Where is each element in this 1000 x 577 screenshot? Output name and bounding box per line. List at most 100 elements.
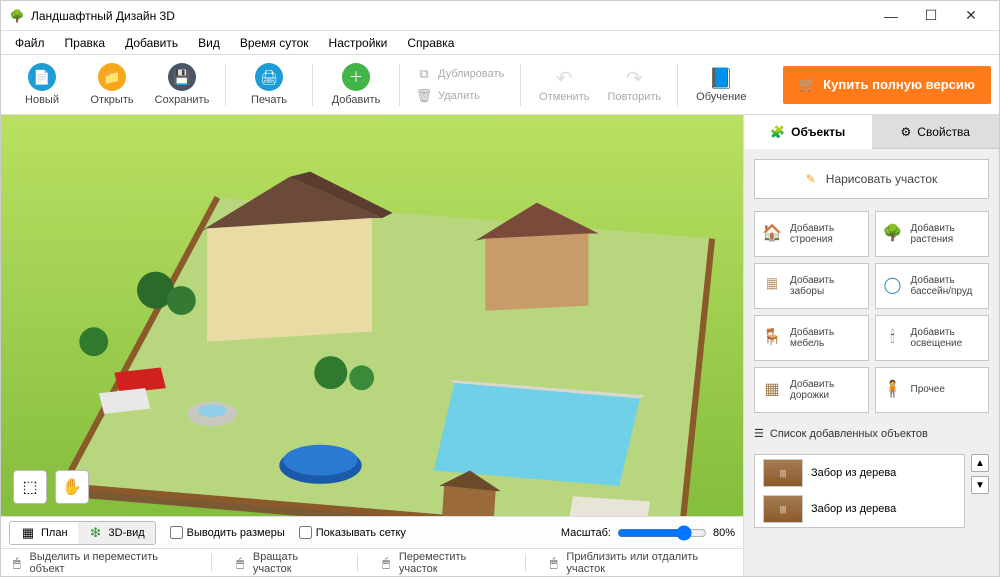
add-buildings-button[interactable]: 🏠 Добавить строения bbox=[754, 211, 869, 257]
gear-icon: ⚙ bbox=[901, 125, 912, 139]
add-furniture-button[interactable]: 🪑 Добавить мебель bbox=[754, 315, 869, 361]
fence-thumbnail: ||| bbox=[763, 495, 803, 523]
move-up-button[interactable]: ▲ bbox=[971, 454, 989, 472]
print-label: Печать bbox=[251, 94, 287, 106]
orbit-tool-button[interactable]: ⬚ bbox=[13, 470, 47, 504]
tab-objects-label: Объекты bbox=[791, 125, 845, 139]
menu-edit[interactable]: Правка bbox=[55, 32, 116, 54]
print-button[interactable]: 🖨 Печать bbox=[236, 59, 302, 111]
minimize-button[interactable]: — bbox=[871, 2, 911, 30]
pencil-icon: ✎ bbox=[806, 172, 816, 186]
save-button[interactable]: 💾 Сохранить bbox=[149, 59, 215, 111]
show-dimensions-input[interactable] bbox=[170, 526, 183, 539]
separator bbox=[225, 64, 226, 106]
tutorial-label: Обучение bbox=[696, 91, 746, 103]
maximize-button[interactable]: ☐ bbox=[911, 2, 951, 30]
redo-label: Повторить bbox=[607, 91, 661, 103]
cube-icon: ⬚ bbox=[22, 477, 37, 497]
redo-button[interactable]: ↷ Повторить bbox=[601, 59, 667, 111]
mouse-icon: 🖱 bbox=[378, 555, 394, 571]
plan-icon: ▦ bbox=[20, 525, 36, 541]
chair-icon: 🪑 bbox=[761, 327, 783, 349]
show-grid-input[interactable] bbox=[299, 526, 312, 539]
tab-props-label: Свойства bbox=[917, 125, 970, 139]
layers-icon: ☰ bbox=[754, 427, 764, 440]
move-down-button[interactable]: ▼ bbox=[971, 476, 989, 494]
menu-time[interactable]: Время суток bbox=[230, 32, 319, 54]
hint-move: 🖱 Переместить участок bbox=[378, 551, 505, 575]
folder-icon: 📁 bbox=[98, 63, 126, 91]
house-icon: 🏠 bbox=[761, 223, 783, 245]
menu-add[interactable]: Добавить bbox=[115, 32, 188, 54]
hint-rotate: 🖱 Вращать участок bbox=[232, 551, 337, 575]
delete-button[interactable]: 🗑 Удалить bbox=[410, 86, 510, 106]
toolbar: 📄 Новый 📁 Открыть 💾 Сохранить 🖨 Печать ＋… bbox=[1, 55, 999, 115]
view-mode-toggle: ▦ План ❇ 3D-вид bbox=[9, 521, 156, 545]
duplicate-button[interactable]: ⧉ Дублировать bbox=[410, 64, 510, 84]
tab-properties[interactable]: ⚙ Свойства bbox=[872, 115, 1000, 149]
trash-icon: 🗑 bbox=[416, 88, 432, 104]
3d-view-button[interactable]: ❇ 3D-вид bbox=[78, 522, 155, 544]
add-button[interactable]: ＋ Добавить bbox=[323, 59, 389, 111]
separator bbox=[399, 64, 400, 106]
menu-view[interactable]: Вид bbox=[188, 32, 230, 54]
path-icon: ▦ bbox=[761, 379, 783, 401]
undo-label: Отменить bbox=[539, 91, 589, 103]
3d-label: 3D-вид bbox=[109, 527, 145, 539]
buy-full-button[interactable]: 🛒 Купить полную версию bbox=[783, 66, 991, 104]
menu-file[interactable]: Файл bbox=[5, 32, 55, 54]
new-button[interactable]: 📄 Новый bbox=[9, 59, 75, 111]
statusbar: 🖱 Выделить и переместить объект 🖱 Вращат… bbox=[1, 548, 743, 576]
add-other-button[interactable]: 🧍 Прочее bbox=[875, 367, 990, 413]
separator bbox=[520, 64, 521, 106]
3d-icon: ❇ bbox=[88, 525, 104, 541]
pan-tool-button[interactable]: ✋ bbox=[55, 470, 89, 504]
scale-slider[interactable] bbox=[617, 525, 707, 541]
3d-viewport[interactable]: ⬚ ✋ bbox=[1, 115, 743, 516]
redo-icon: ↷ bbox=[626, 66, 643, 91]
add-lighting-button[interactable]: 🕯 Добавить освещение bbox=[875, 315, 990, 361]
add-pool-button[interactable]: ◯ Добавить бассейн/пруд bbox=[875, 263, 990, 309]
scene-illustration bbox=[1, 115, 743, 516]
duplicate-label: Дублировать bbox=[438, 68, 504, 80]
list-item-label: Забор из дерева bbox=[811, 467, 896, 479]
buy-label: Купить полную версию bbox=[823, 77, 975, 92]
object-list: ||| Забор из дерева ||| Забор из дерева bbox=[754, 454, 965, 528]
undo-icon: ↶ bbox=[556, 66, 573, 91]
hint-zoom: 🖱 Приблизить или отдалить участок bbox=[546, 551, 735, 575]
cart-icon: 🛒 bbox=[799, 77, 815, 93]
tutorial-button[interactable]: 📘 Обучение bbox=[688, 59, 754, 111]
add-plants-button[interactable]: 🌳 Добавить растения bbox=[875, 211, 990, 257]
app-icon: 🌳 bbox=[9, 8, 25, 24]
hint-select-move: 🖱 Выделить и переместить объект bbox=[9, 551, 191, 575]
show-dimensions-label: Выводить размеры bbox=[187, 527, 285, 539]
open-button[interactable]: 📁 Открыть bbox=[79, 59, 145, 111]
separator bbox=[211, 554, 212, 572]
list-item[interactable]: ||| Забор из дерева bbox=[755, 491, 964, 527]
printer-icon: 🖨 bbox=[255, 63, 283, 91]
mouse-icon: 🖱 bbox=[232, 555, 248, 571]
tab-objects[interactable]: 🧩 Объекты bbox=[744, 115, 872, 149]
show-dimensions-checkbox[interactable]: Выводить размеры bbox=[170, 526, 285, 539]
separator bbox=[357, 554, 358, 572]
save-label: Сохранить bbox=[155, 94, 210, 106]
menubar: Файл Правка Добавить Вид Время суток Нас… bbox=[1, 31, 999, 55]
tree-icon: 🌳 bbox=[882, 223, 904, 245]
menu-settings[interactable]: Настройки bbox=[319, 32, 398, 54]
add-fences-button[interactable]: 𝄜 Добавить заборы bbox=[754, 263, 869, 309]
content: ⬚ ✋ ▦ План ❇ 3D-вид Выводить размеры bbox=[1, 115, 999, 576]
canvas-area: ⬚ ✋ ▦ План ❇ 3D-вид Выводить размеры bbox=[1, 115, 743, 576]
new-label: Новый bbox=[25, 94, 59, 106]
separator bbox=[677, 64, 678, 106]
draw-plot-button[interactable]: ✎ Нарисовать участок bbox=[754, 159, 989, 199]
plan-view-button[interactable]: ▦ План bbox=[10, 522, 78, 544]
fence-icon: 𝄜 bbox=[761, 275, 783, 297]
list-item[interactable]: ||| Забор из дерева bbox=[755, 455, 964, 491]
add-paths-button[interactable]: ▦ Добавить дорожки bbox=[754, 367, 869, 413]
right-panel: 🧩 Объекты ⚙ Свойства ✎ Нарисовать участо… bbox=[743, 115, 999, 576]
show-grid-checkbox[interactable]: Показывать сетку bbox=[299, 526, 406, 539]
close-button[interactable]: ✕ bbox=[951, 2, 991, 30]
undo-button[interactable]: ↶ Отменить bbox=[531, 59, 597, 111]
arrow-up-icon: ▲ bbox=[975, 458, 985, 469]
menu-help[interactable]: Справка bbox=[397, 32, 464, 54]
